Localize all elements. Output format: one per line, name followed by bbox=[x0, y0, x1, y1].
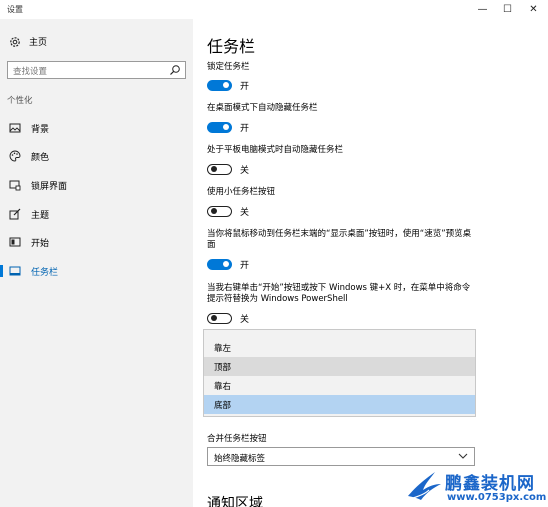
sidebar-item-home[interactable]: 主页 bbox=[9, 35, 47, 48]
dropdown-option-top[interactable]: 顶部 bbox=[204, 357, 475, 376]
sidebar-item-background[interactable]: 背景 bbox=[0, 118, 193, 138]
chevron-down-icon bbox=[458, 453, 468, 459]
maximize-button[interactable]: ☐ bbox=[495, 0, 520, 19]
title-bar: 设置 — ☐ ✕ bbox=[0, 0, 548, 19]
toggle-knob bbox=[223, 124, 229, 130]
setting-label-peek: 当你将鼠标移动到任务栏末端的“显示桌面”按钮时，使用“速览”预览桌面 bbox=[207, 229, 472, 250]
toggle-state: 关 bbox=[240, 208, 250, 218]
setting-label-lock-taskbar: 锁定任务栏 bbox=[207, 62, 250, 72]
dropdown-option-left[interactable]: 靠左 bbox=[204, 338, 475, 357]
powershell-toggle[interactable] bbox=[207, 313, 232, 324]
toggle-knob bbox=[223, 261, 229, 267]
sidebar-item-label: 主页 bbox=[29, 38, 48, 48]
page-title: 任务栏 bbox=[207, 37, 256, 56]
sidebar-item-label: 背景 bbox=[31, 125, 50, 135]
minimize-button[interactable]: — bbox=[470, 0, 495, 19]
setting-label-autohide-desktop: 在桌面模式下自动隐藏任务栏 bbox=[207, 103, 318, 113]
search-placeholder: 查找设置 bbox=[13, 67, 48, 77]
option-label: 顶部 bbox=[214, 363, 232, 373]
sidebar-item-taskbar[interactable]: 任务栏 bbox=[0, 261, 193, 281]
brush-icon bbox=[9, 208, 21, 220]
sidebar-item-start[interactable]: 开始 bbox=[0, 232, 193, 252]
autohide-desktop-toggle[interactable] bbox=[207, 122, 232, 133]
combine-buttons-value: 始终隐藏标签 bbox=[214, 454, 266, 464]
gear-icon bbox=[10, 36, 20, 47]
setting-label-autohide-tablet: 处于平板电脑模式时自动隐藏任务栏 bbox=[207, 145, 344, 155]
option-label: 底部 bbox=[214, 401, 232, 411]
toggle-state: 关 bbox=[240, 166, 250, 176]
sidebar-item-lock-screen[interactable]: 锁屏界面 bbox=[0, 175, 193, 195]
active-indicator bbox=[0, 265, 3, 277]
dropdown-option-right[interactable]: 靠右 bbox=[204, 376, 475, 395]
toggle-knob bbox=[223, 82, 229, 88]
close-button[interactable]: ✕ bbox=[521, 0, 546, 19]
combine-buttons-select[interactable]: 始终隐藏标签 bbox=[207, 447, 475, 466]
palette-icon bbox=[9, 150, 21, 162]
toggle-knob bbox=[211, 166, 217, 172]
search-box[interactable]: 查找设置 bbox=[7, 61, 186, 79]
sidebar-item-themes[interactable]: 主题 bbox=[0, 204, 193, 224]
lock-screen-icon bbox=[9, 180, 21, 191]
toggle-state: 开 bbox=[240, 261, 250, 271]
watermark-name: 鹏鑫装机网 bbox=[445, 474, 535, 494]
peek-toggle[interactable] bbox=[207, 259, 232, 270]
dropdown-option-bottom[interactable]: 底部 bbox=[204, 395, 475, 414]
taskbar-position-dropdown[interactable]: 靠左 顶部 靠右 底部 bbox=[203, 329, 476, 417]
picture-icon bbox=[9, 123, 21, 133]
sidebar: 主页 查找设置 个性化 背景 颜色 锁屏界面 主题 开始 任务栏 bbox=[0, 19, 193, 507]
toggle-row-powershell: 关 bbox=[207, 312, 249, 325]
sidebar-item-label: 锁屏界面 bbox=[31, 182, 68, 192]
watermark-url: www.0753px.com bbox=[447, 492, 547, 503]
start-icon bbox=[9, 237, 21, 247]
sidebar-item-label: 主题 bbox=[31, 211, 50, 221]
option-label: 靠左 bbox=[214, 344, 232, 354]
close-icon: ✕ bbox=[529, 4, 538, 15]
main-content: 任务栏 锁定任务栏 开 在桌面模式下自动隐藏任务栏 开 处于平板电脑模式时自动隐… bbox=[193, 19, 548, 507]
toggle-row-small-buttons: 关 bbox=[207, 205, 249, 218]
sidebar-item-label: 任务栏 bbox=[31, 268, 59, 278]
sidebar-item-colors[interactable]: 颜色 bbox=[0, 146, 193, 166]
watermark: 鹏鑫装机网 www.0753px.com bbox=[405, 466, 548, 507]
combine-buttons-label: 合并任务栏按钮 bbox=[207, 434, 267, 444]
toggle-state: 开 bbox=[240, 82, 250, 92]
toggle-knob bbox=[211, 208, 217, 214]
sidebar-item-label: 颜色 bbox=[31, 153, 50, 163]
bird-logo-icon bbox=[408, 472, 441, 500]
setting-label-small-buttons: 使用小任务栏按钮 bbox=[207, 187, 276, 197]
window-title: 设置 bbox=[7, 5, 23, 14]
small-buttons-toggle[interactable] bbox=[207, 206, 232, 217]
setting-label-powershell: 当我右键单击“开始”按钮或按下 Windows 键+X 时，在菜单中将命令提示符… bbox=[207, 283, 471, 304]
toggle-row-peek: 开 bbox=[207, 258, 249, 271]
toggle-row-autohide-tablet: 关 bbox=[207, 163, 249, 176]
maximize-icon: ☐ bbox=[503, 4, 512, 15]
search-icon[interactable] bbox=[169, 64, 181, 76]
autohide-tablet-toggle[interactable] bbox=[207, 164, 232, 175]
sidebar-item-label: 开始 bbox=[31, 239, 50, 249]
section-label: 个性化 bbox=[7, 96, 33, 106]
lock-taskbar-toggle[interactable] bbox=[207, 80, 232, 91]
toggle-row-autohide-desktop: 开 bbox=[207, 121, 249, 134]
notification-area-heading: 通知区域 bbox=[207, 496, 263, 507]
toggle-state: 开 bbox=[240, 124, 250, 134]
option-label: 靠右 bbox=[214, 382, 232, 392]
toggle-state: 关 bbox=[240, 315, 250, 325]
taskbar-icon bbox=[9, 266, 21, 276]
minimize-icon: — bbox=[477, 4, 488, 15]
toggle-row-lock-taskbar: 开 bbox=[207, 79, 249, 92]
toggle-knob bbox=[211, 315, 217, 321]
